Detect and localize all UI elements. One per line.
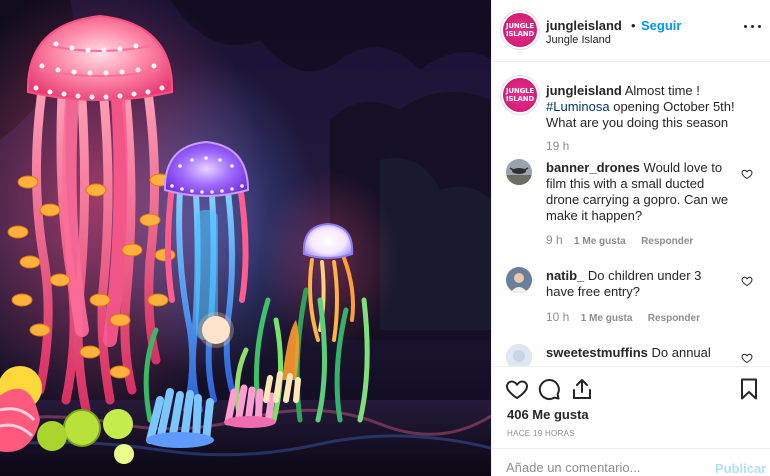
author-avatar[interactable]: JUNGLE ISLAND bbox=[503, 13, 537, 47]
commenter-avatar[interactable] bbox=[506, 344, 532, 366]
user-photo-avatar bbox=[506, 267, 532, 293]
more-options-icon[interactable] bbox=[744, 18, 762, 34]
drone-avatar-icon bbox=[506, 159, 532, 185]
comment-username[interactable]: banner_drones bbox=[546, 160, 640, 175]
follow-button[interactable]: Seguir bbox=[641, 18, 681, 33]
post-header: JUNGLE ISLAND jungleisland • Seguir Jungl… bbox=[492, 0, 770, 62]
separator-dot: • bbox=[631, 18, 636, 33]
comment-text: natib_ Do children under 3 have free ent… bbox=[546, 268, 732, 300]
comment-likes-count[interactable]: 1 Me gusta bbox=[574, 236, 626, 247]
reply-button[interactable]: Responder bbox=[641, 236, 693, 247]
comment-input[interactable] bbox=[506, 458, 706, 476]
comment-like-icon[interactable] bbox=[741, 168, 753, 180]
comment-like-icon[interactable] bbox=[741, 275, 753, 287]
comment-username[interactable]: sweetestmuffins bbox=[546, 345, 648, 360]
commenter-avatar[interactable] bbox=[506, 267, 532, 293]
reply-button[interactable]: Responder bbox=[648, 313, 700, 324]
post-details-panel: JUNGLE ISLAND jungleisland • Seguir Jungl… bbox=[491, 0, 770, 476]
post-photo[interactable] bbox=[0, 0, 491, 476]
user-photo-avatar bbox=[506, 344, 532, 366]
jungle-island-logo: JUNGLE ISLAND bbox=[506, 87, 534, 103]
comment-username[interactable]: natib_ bbox=[546, 268, 584, 283]
heart-icon[interactable] bbox=[505, 377, 529, 401]
bookmark-icon[interactable] bbox=[737, 377, 761, 401]
comment-text: banner_drones Would love to film this wi… bbox=[546, 160, 732, 224]
instagram-post: JUNGLE ISLAND jungleisland • Seguir Jungl… bbox=[0, 0, 770, 476]
comment-like-icon[interactable] bbox=[741, 352, 753, 364]
post-timestamp[interactable]: HACE 19 HORAS bbox=[507, 429, 575, 438]
share-icon[interactable] bbox=[570, 377, 594, 401]
hashtag-link[interactable]: #Luminosa bbox=[546, 99, 610, 114]
location-link[interactable]: Jungle Island bbox=[546, 34, 611, 46]
likes-count[interactable]: 406 Me gusta bbox=[507, 407, 589, 422]
comment-time[interactable]: 9 h bbox=[546, 233, 563, 247]
add-comment-bar: Publicar bbox=[492, 448, 770, 476]
comment-time[interactable]: 10 h bbox=[546, 310, 569, 324]
caption-author-avatar[interactable]: JUNGLE ISLAND bbox=[503, 78, 537, 112]
comment-likes-count[interactable]: 1 Me gusta bbox=[581, 313, 633, 324]
comment-meta: 10 h 1 Me gusta Responder bbox=[546, 310, 700, 324]
caption-time[interactable]: 19 h bbox=[546, 139, 569, 153]
author-username[interactable]: jungleisland bbox=[546, 18, 622, 33]
comments-list[interactable]: JUNGLE ISLAND jungleisland Almost time ! … bbox=[492, 63, 770, 366]
caption-username[interactable]: jungleisland bbox=[546, 83, 622, 98]
post-actions: 406 Me gusta HACE 19 HORAS bbox=[492, 366, 770, 448]
caption-text: jungleisland Almost time ! #Luminosa ope… bbox=[546, 83, 758, 131]
jungle-island-logo: JUNGLE ISLAND bbox=[506, 22, 534, 38]
comment-text: sweetestmuffins Do annual passes bbox=[546, 345, 732, 366]
caption-body-start: Almost time ! bbox=[624, 83, 700, 98]
comment-icon[interactable] bbox=[537, 377, 561, 401]
publish-button[interactable]: Publicar bbox=[715, 461, 766, 476]
comment-meta: 9 h 1 Me gusta Responder bbox=[546, 233, 693, 247]
commenter-avatar[interactable] bbox=[506, 159, 532, 185]
jellyfish-lantern-image bbox=[0, 0, 491, 476]
